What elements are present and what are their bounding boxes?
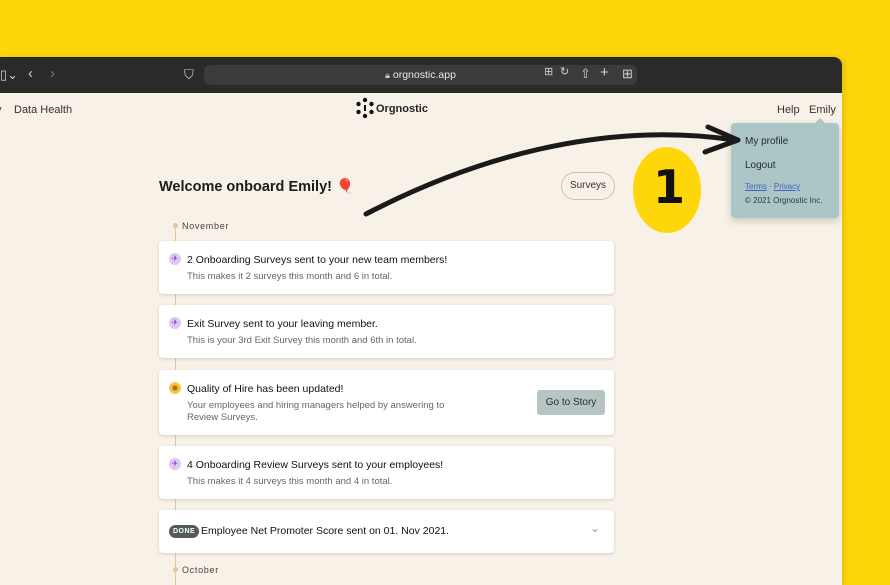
annotation-overlay	[363, 124, 741, 233]
annotation-step-number: 1	[653, 160, 686, 214]
